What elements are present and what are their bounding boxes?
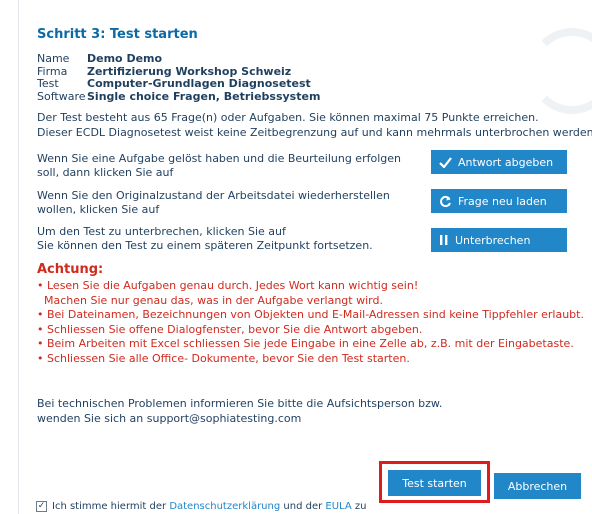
info-row-name: Name Demo Demo [37, 52, 320, 66]
submit-answer-button[interactable]: Antwort abgeben [431, 150, 567, 174]
intro-line: Der Test besteht aus 65 Frage(n) oder Au… [37, 111, 539, 124]
check-icon [439, 156, 452, 168]
warning-item: Machen Sie nur genau das, was in der Auf… [37, 293, 383, 307]
decorative-ring [529, 28, 592, 114]
info-value: Demo Demo [87, 52, 163, 65]
consent-text: Ich stimme hiermit der [52, 501, 167, 512]
submit-instruction: Wenn Sie eine Aufgabe gelöst haben und d… [37, 152, 401, 180]
privacy-link[interactable]: Datenschutzerklärung [169, 501, 280, 512]
start-button-highlight: Test starten [379, 461, 490, 503]
consent-text: und der [283, 501, 323, 512]
warning-list: • Lesen Sie die Aufgaben genau durch. Je… [37, 279, 584, 366]
test-start-dialog: Schritt 3: Test starten Name Demo Demo F… [18, 0, 592, 514]
intro-line: Dieser ECDL Diagnosetest weist keine Zei… [37, 126, 592, 139]
reload-question-label: Frage neu laden [458, 194, 547, 208]
cancel-button[interactable]: Abbrechen [494, 473, 581, 499]
start-test-button[interactable]: Test starten [388, 470, 481, 496]
reload-icon [440, 195, 451, 207]
info-label: Test [37, 77, 59, 90]
support-line: wenden Sie sich an support@sophiatesting… [37, 412, 302, 425]
info-value: Computer-Grundlagen Diagnosetest [87, 77, 311, 90]
instruction-line: Wenn Sie den Originalzustand der Arbeits… [37, 189, 390, 202]
instruction-line: Sie können den Test zu einem späteren Ze… [37, 239, 373, 252]
info-label: Name [37, 52, 70, 65]
cancel-label: Abbrechen [507, 479, 568, 493]
instruction-line: soll, dann klicken Sie auf [37, 166, 174, 179]
instruction-line: Um den Test zu unterbrechen, klicken Sie… [37, 225, 286, 238]
warning-item: • Schliessen Sie alle Office- Dokumente,… [37, 351, 410, 365]
pause-icon [440, 235, 448, 245]
support-line: Bei technischen Problemen informieren Si… [37, 397, 443, 410]
info-row-test: Test Computer-Grundlagen Diagnosetest [37, 77, 320, 91]
reload-question-button[interactable]: Frage neu laden [431, 189, 567, 213]
instruction-line: wollen, klicken Sie auf [37, 203, 160, 216]
dialog-title: Schritt 3: Test starten [37, 27, 198, 42]
submit-answer-label: Antwort abgeben [458, 155, 554, 169]
test-info: Name Demo Demo Firma Zertifizierung Work… [37, 52, 321, 104]
consent-row: ✓ Ich stimme hiermit der Datenschutzerkl… [36, 501, 366, 512]
instruction-line: Wenn Sie eine Aufgabe gelöst haben und d… [37, 152, 401, 165]
pause-label: Unterbrechen [455, 233, 531, 247]
warning-item: • Lesen Sie die Aufgaben genau durch. Je… [37, 279, 419, 292]
warning-title: Achtung: [37, 262, 104, 277]
reload-instruction: Wenn Sie den Originalzustand der Arbeits… [37, 189, 390, 217]
pause-instruction: Um den Test zu unterbrechen, klicken Sie… [37, 225, 373, 253]
warning-item: • Schliessen Sie offene Dialogfenster, b… [37, 322, 423, 336]
info-value: Single choice Fragen, Betriebssystem [87, 89, 321, 103]
info-row-software: Software Single choice Fragen, Betriebss… [37, 89, 321, 104]
warning-item: • Bei Dateinamen, Bezeichnungen von Obje… [37, 308, 584, 321]
eula-link[interactable]: EULA [325, 501, 351, 512]
pause-button[interactable]: Unterbrechen [431, 228, 567, 252]
consent-checkbox[interactable]: ✓ [36, 501, 47, 512]
info-label: Software [37, 89, 86, 103]
support-info: Bei technischen Problemen informieren Si… [37, 396, 442, 426]
start-test-label: Test starten [402, 476, 467, 490]
warning-item: • Beim Arbeiten mit Excel schliessen Sie… [37, 337, 574, 350]
consent-text: zu [354, 501, 367, 512]
test-description: Der Test besteht aus 65 Frage(n) oder Au… [37, 110, 592, 140]
